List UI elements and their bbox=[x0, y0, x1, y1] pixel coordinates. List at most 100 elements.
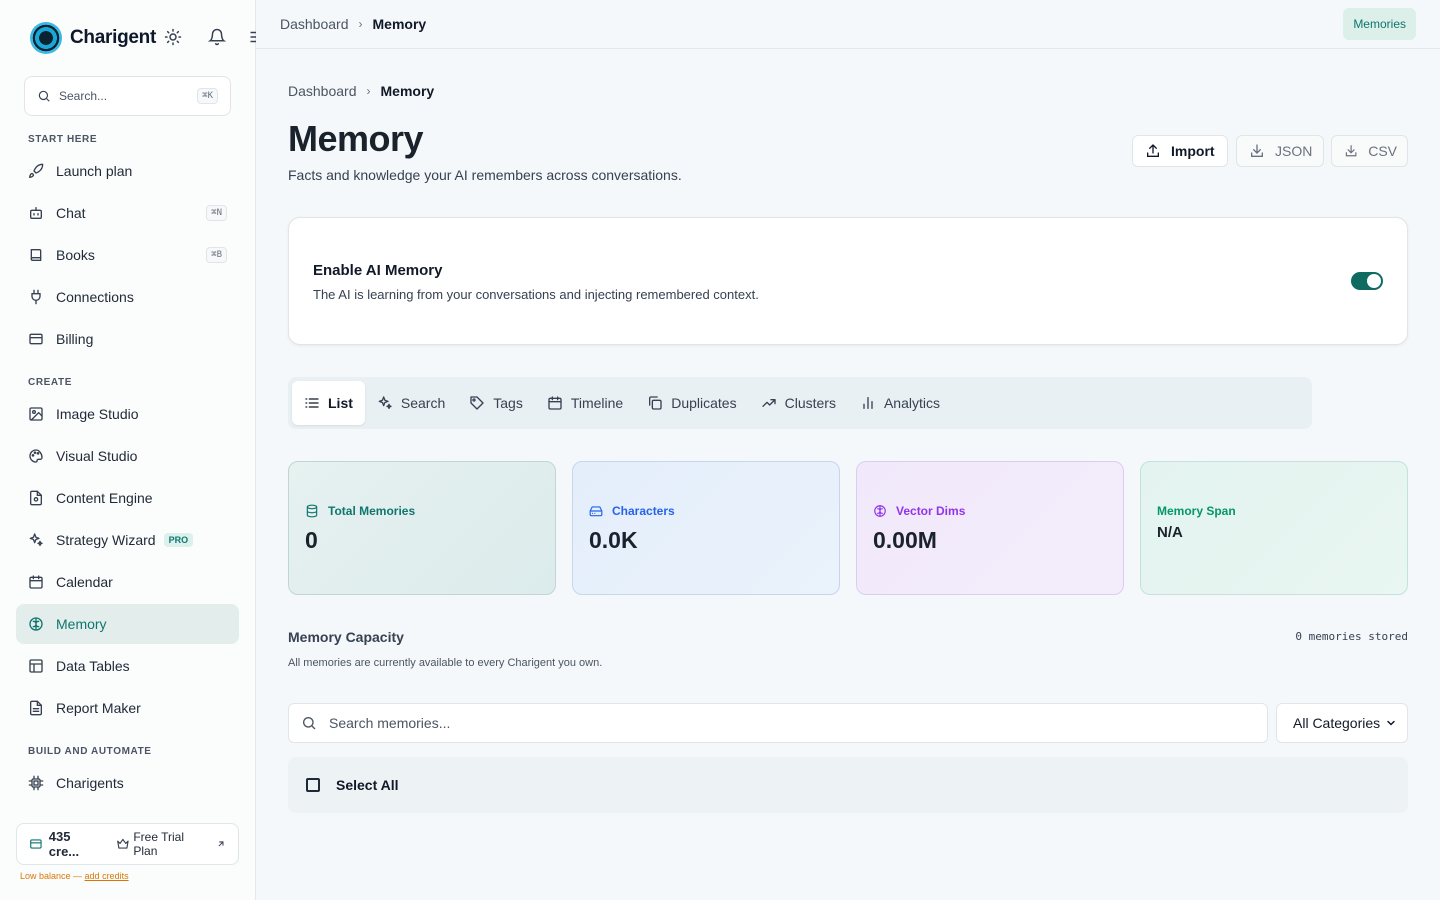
capacity-title: Memory Capacity bbox=[288, 629, 404, 645]
stat-label-text: Characters bbox=[612, 504, 675, 518]
low-balance-text: Low balance — bbox=[20, 871, 85, 881]
sidebar-item-visual-studio[interactable]: Visual Studio bbox=[16, 436, 239, 476]
export-json-button[interactable]: JSON bbox=[1236, 135, 1324, 167]
sidebar-item-chat[interactable]: Chat ⌘N bbox=[16, 193, 239, 233]
credits-amount: 435 cre... bbox=[48, 829, 80, 859]
tag-icon bbox=[470, 396, 484, 410]
tab-analytics[interactable]: Analytics bbox=[848, 381, 952, 425]
palette-icon bbox=[29, 449, 43, 463]
json-label: JSON bbox=[1275, 143, 1313, 159]
memory-tabs: List Search Tags Timeline Duplicates Clu… bbox=[288, 377, 1312, 429]
sidebar-item-billing[interactable]: Billing bbox=[16, 319, 239, 359]
database-icon bbox=[306, 504, 318, 518]
breadcrumb-memory: Memory bbox=[372, 16, 427, 32]
tab-label: Tags bbox=[493, 395, 523, 411]
page-title: Memory bbox=[288, 118, 424, 159]
tab-label: Timeline bbox=[570, 395, 624, 411]
trending-icon bbox=[761, 399, 776, 407]
tab-search[interactable]: Search bbox=[365, 381, 457, 425]
brand[interactable]: Charigent bbox=[30, 22, 156, 54]
plan-name: Free Trial Plan bbox=[133, 830, 185, 858]
sidebar-item-label: Memory bbox=[56, 616, 107, 632]
drive-icon bbox=[589, 506, 603, 517]
sidebar-item-data-tables[interactable]: Data Tables bbox=[16, 646, 239, 686]
chevron-right-icon: › bbox=[358, 17, 363, 31]
section-build-automate: BUILD AND AUTOMATE bbox=[28, 746, 152, 757]
list-icon bbox=[305, 398, 319, 408]
sidebar-item-memory[interactable]: Memory bbox=[16, 604, 239, 644]
stat-value: N/A bbox=[1157, 524, 1183, 541]
sidebar-item-label: Charigents bbox=[56, 775, 124, 791]
low-balance-warning: Low balance — add credits bbox=[20, 871, 129, 881]
sidebar-item-label: Launch plan bbox=[56, 163, 133, 179]
tab-duplicates[interactable]: Duplicates bbox=[635, 381, 748, 425]
memory-search-input[interactable]: Search memories... bbox=[288, 703, 1268, 743]
enable-memory-title: Enable AI Memory bbox=[313, 262, 443, 279]
memory-search-placeholder: Search memories... bbox=[329, 715, 451, 731]
breadcrumb-dashboard[interactable]: Dashboard bbox=[288, 83, 357, 99]
select-all-checkbox[interactable] bbox=[306, 778, 320, 792]
top-bar: Dashboard › Memory Memories bbox=[256, 0, 1440, 49]
chevron-right-icon: › bbox=[366, 84, 371, 98]
tab-timeline[interactable]: Timeline bbox=[535, 381, 635, 425]
crown-icon bbox=[116, 838, 129, 849]
stat-value: 0.00M bbox=[873, 527, 937, 553]
sun-icon[interactable] bbox=[164, 28, 182, 46]
top-breadcrumb: Dashboard › Memory bbox=[280, 16, 426, 32]
sidebar-item-report-maker[interactable]: Report Maker bbox=[16, 688, 239, 728]
external-link-icon bbox=[218, 841, 224, 847]
credit-card-icon bbox=[29, 333, 43, 345]
menu-icon[interactable] bbox=[248, 28, 256, 46]
tab-clusters[interactable]: Clusters bbox=[749, 381, 848, 425]
chevron-down-icon bbox=[1387, 720, 1395, 726]
sidebar-item-charigents[interactable]: Charigents bbox=[16, 763, 239, 803]
sidebar-item-label: Calendar bbox=[56, 574, 113, 590]
stat-label: Characters bbox=[589, 504, 675, 518]
stat-value: 0 bbox=[305, 527, 318, 553]
plug-icon bbox=[31, 289, 41, 305]
stat-total-memories: Total Memories 0 bbox=[288, 461, 556, 595]
category-select[interactable]: All Categories bbox=[1276, 703, 1408, 743]
add-credits-link[interactable]: add credits bbox=[85, 871, 129, 881]
export-csv-button[interactable]: CSV bbox=[1331, 135, 1408, 167]
sidebar-item-connections[interactable]: Connections bbox=[16, 277, 239, 317]
enable-memory-toggle[interactable] bbox=[1351, 272, 1383, 290]
tab-tags[interactable]: Tags bbox=[457, 381, 535, 425]
sidebar-item-launch-plan[interactable]: Launch plan bbox=[16, 151, 239, 191]
cpu-icon bbox=[28, 775, 44, 791]
bell-icon[interactable] bbox=[208, 28, 226, 46]
books-shortcut: ⌘B bbox=[206, 247, 227, 263]
brain-icon bbox=[874, 505, 886, 517]
sidebar-item-strategy-wizard[interactable]: Strategy Wizard PRO bbox=[16, 520, 239, 560]
sidebar-item-image-studio[interactable]: Image Studio bbox=[16, 394, 239, 434]
bar-chart-icon bbox=[863, 397, 873, 409]
category-select-value: All Categories bbox=[1293, 715, 1381, 731]
download-icon bbox=[1345, 145, 1357, 157]
sidebar-item-calendar[interactable]: Calendar bbox=[16, 562, 239, 602]
credits-widget[interactable]: 435 cre... Free Trial Plan bbox=[16, 823, 239, 865]
table-icon bbox=[29, 659, 43, 673]
sidebar-search-placeholder: Search... bbox=[59, 89, 108, 103]
stat-characters: Characters 0.0K bbox=[572, 461, 840, 595]
file-text-icon bbox=[30, 490, 42, 506]
chat-shortcut: ⌘N bbox=[206, 205, 227, 221]
report-icon bbox=[30, 700, 42, 716]
breadcrumb-dashboard[interactable]: Dashboard bbox=[280, 16, 349, 32]
sidebar-search[interactable]: Search... ⌘K bbox=[24, 76, 231, 116]
import-button[interactable]: Import bbox=[1132, 135, 1228, 167]
breadcrumb-memory: Memory bbox=[380, 83, 435, 99]
tab-label: List bbox=[328, 395, 353, 411]
sidebar-item-label: Billing bbox=[56, 331, 94, 347]
stat-label-text: Memory Span bbox=[1157, 504, 1236, 518]
sidebar-item-content-engine[interactable]: Content Engine bbox=[16, 478, 239, 518]
sidebar-item-books[interactable]: Books ⌘B bbox=[16, 235, 239, 275]
tab-list[interactable]: List bbox=[292, 381, 365, 425]
stat-label: Memory Span bbox=[1157, 504, 1236, 518]
sidebar-item-label: Image Studio bbox=[56, 406, 139, 422]
memories-badge[interactable]: Memories bbox=[1343, 8, 1416, 40]
sidebar-item-label: Content Engine bbox=[56, 490, 153, 506]
stat-label-text: Total Memories bbox=[328, 504, 416, 518]
stat-value: 0.0K bbox=[589, 527, 638, 553]
page-breadcrumb: Dashboard › Memory bbox=[288, 83, 434, 99]
tab-label: Analytics bbox=[883, 395, 940, 411]
